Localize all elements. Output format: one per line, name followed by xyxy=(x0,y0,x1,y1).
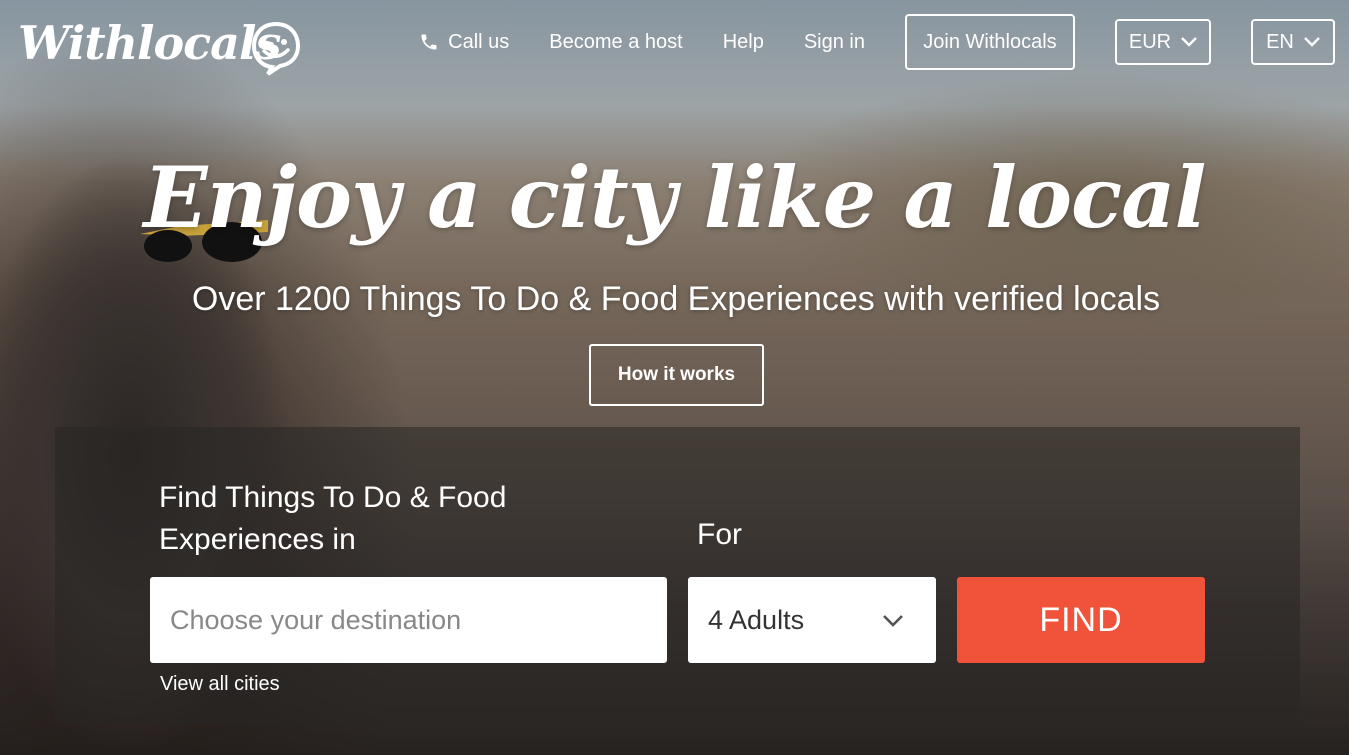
chevron-down-icon xyxy=(883,615,903,627)
phone-icon xyxy=(421,34,437,50)
currency-select[interactable]: EUR xyxy=(1115,19,1211,65)
top-nav: Call us Become a host Help Sign in Join … xyxy=(419,14,1335,70)
guests-label: For xyxy=(697,518,742,551)
hero-subheadline: Over 1200 Things To Do & Food Experience… xyxy=(191,280,1161,318)
join-withlocals-button[interactable]: Join Withlocals xyxy=(905,14,1075,70)
become-host-link[interactable]: Become a host xyxy=(549,31,682,54)
destination-input[interactable] xyxy=(150,577,667,663)
smile-icon xyxy=(251,21,301,76)
help-link[interactable]: Help xyxy=(723,31,764,54)
chevron-down-icon xyxy=(1304,37,1320,47)
destination-label: Find Things To Do & Food Experiences in xyxy=(159,481,507,556)
chevron-down-icon xyxy=(1181,37,1197,47)
view-all-cities-link[interactable]: View all cities xyxy=(160,673,280,696)
call-us-label: Call us xyxy=(448,30,510,53)
find-button[interactable]: FIND xyxy=(957,577,1205,663)
currency-value: EUR xyxy=(1128,30,1172,53)
language-value: EN xyxy=(1266,30,1294,53)
how-it-works-button[interactable]: How it works xyxy=(589,344,764,406)
site-header: Withlocals Call us Become a host Help Si… xyxy=(0,0,1349,86)
call-us-link[interactable]: Call us xyxy=(419,31,509,54)
sign-in-link[interactable]: Sign in xyxy=(804,31,865,54)
hero-headline: Enjoy a city like a local xyxy=(143,148,1207,247)
withlocals-logo[interactable]: Withlocals xyxy=(18,10,301,76)
guests-value: 4 Adults xyxy=(708,604,805,635)
logo-text: Withlocals xyxy=(18,16,281,70)
language-select[interactable]: EN xyxy=(1251,19,1335,65)
guests-select[interactable]: 4 Adults xyxy=(688,577,936,663)
